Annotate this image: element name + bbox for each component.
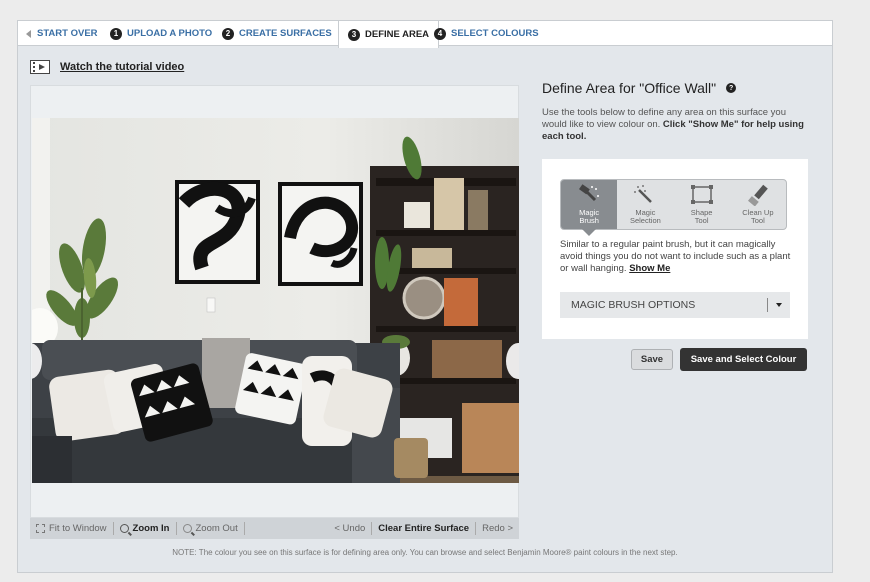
tool-description: Similar to a regular paint brush, but it…: [560, 239, 792, 275]
tool-shape[interactable]: Shape Tool: [674, 180, 730, 229]
fit-to-window-button[interactable]: Fit to Window: [30, 522, 114, 535]
app-window: START OVER 1 UPLOAD A PHOTO 2 CREATE SUR…: [17, 20, 833, 573]
film-icon: [30, 60, 50, 74]
chevron-down-icon: [768, 303, 790, 307]
tab-label: UPLOAD A PHOTO: [127, 28, 213, 39]
back-arrow-icon: [26, 29, 31, 38]
step-number: 1: [110, 27, 122, 40]
undo-label: < Undo: [334, 523, 366, 534]
clean-up-tool-icon: [747, 184, 768, 206]
step-tabs: START OVER 1 UPLOAD A PHOTO 2 CREATE SUR…: [18, 21, 832, 48]
tool-magic-selection[interactable]: Magic Selection: [617, 180, 673, 229]
zoom-in-label: Zoom In: [132, 523, 170, 534]
zoom-out-icon: [182, 524, 192, 533]
tab-label: DEFINE AREA: [365, 29, 430, 40]
panel-title-row: Define Area for "Office Wall" ?: [542, 80, 737, 96]
tool-selector: Magic Brush Magic Selection Shape Tool C…: [560, 179, 787, 236]
redo-button[interactable]: Redo >: [476, 522, 519, 535]
tool-label: Brush: [579, 216, 599, 225]
help-icon[interactable]: ?: [726, 83, 737, 93]
tool-label: Selection: [629, 216, 661, 225]
zoom-out-button[interactable]: Zoom Out: [177, 522, 245, 535]
footer-note: NOTE: The colour you see on this surface…: [172, 548, 678, 557]
tab-label: CREATE SURFACES: [239, 28, 332, 39]
zoom-in-button[interactable]: Zoom In: [114, 522, 177, 535]
step-number: 4: [434, 27, 446, 40]
save-button[interactable]: Save: [631, 349, 673, 370]
room-photo-image: [32, 118, 519, 483]
fit-window-icon: [36, 524, 45, 533]
tab-label: START OVER: [37, 28, 98, 39]
tutorial-label: Watch the tutorial video: [60, 61, 185, 73]
photo-canvas[interactable]: [30, 85, 519, 518]
panel-description: Use the tools below to define any area o…: [542, 107, 808, 143]
tab-start-over[interactable]: START OVER: [26, 21, 98, 46]
tool-desc-text: Similar to a regular paint brush, but it…: [560, 239, 791, 274]
tab-label: SELECT COLOURS: [451, 28, 539, 39]
tab-define-area[interactable]: 3 DEFINE AREA: [338, 21, 440, 48]
step-number: 3: [348, 28, 360, 41]
options-label: MAGIC BRUSH OPTIONS: [571, 299, 696, 311]
clear-surface-button[interactable]: Clear Entire Surface: [372, 522, 477, 535]
clear-label: Clear Entire Surface: [378, 523, 470, 534]
tool-magic-brush[interactable]: Magic Brush: [561, 180, 618, 236]
shape-tool-icon: [690, 185, 713, 204]
tab-select-colours[interactable]: 4 SELECT COLOURS: [434, 21, 539, 46]
tab-upload-photo[interactable]: 1 UPLOAD A PHOTO: [110, 21, 212, 46]
room-photo[interactable]: [32, 118, 519, 483]
save-and-select-colour-button[interactable]: Save and Select Colour: [680, 348, 807, 371]
tutorial-link[interactable]: Watch the tutorial video: [30, 60, 184, 74]
tool-label: Tool: [694, 216, 709, 225]
show-me-link[interactable]: Show Me: [629, 263, 670, 274]
tool-card: Magic Brush Magic Selection Shape Tool C…: [542, 159, 808, 339]
brush-options-dropdown[interactable]: MAGIC BRUSH OPTIONS: [560, 292, 790, 318]
tool-clean-up[interactable]: Clean Up Tool: [730, 180, 786, 229]
tab-create-surfaces[interactable]: 2 CREATE SURFACES: [222, 21, 332, 46]
zoom-out-label: Zoom Out: [195, 523, 238, 534]
zoom-in-icon: [119, 524, 129, 533]
magic-brush-icon: [579, 184, 600, 202]
tool-label: Tool: [750, 216, 765, 225]
panel-title: Define Area for "Office Wall": [542, 80, 717, 96]
canvas-toolbar: Fit to Window Zoom In Zoom Out < Undo Cl…: [30, 518, 519, 539]
magic-selection-icon: [634, 185, 653, 203]
redo-label: Redo >: [482, 523, 513, 534]
step-number: 2: [222, 27, 234, 40]
undo-button[interactable]: < Undo: [328, 522, 373, 535]
fit-label: Fit to Window: [49, 523, 107, 534]
